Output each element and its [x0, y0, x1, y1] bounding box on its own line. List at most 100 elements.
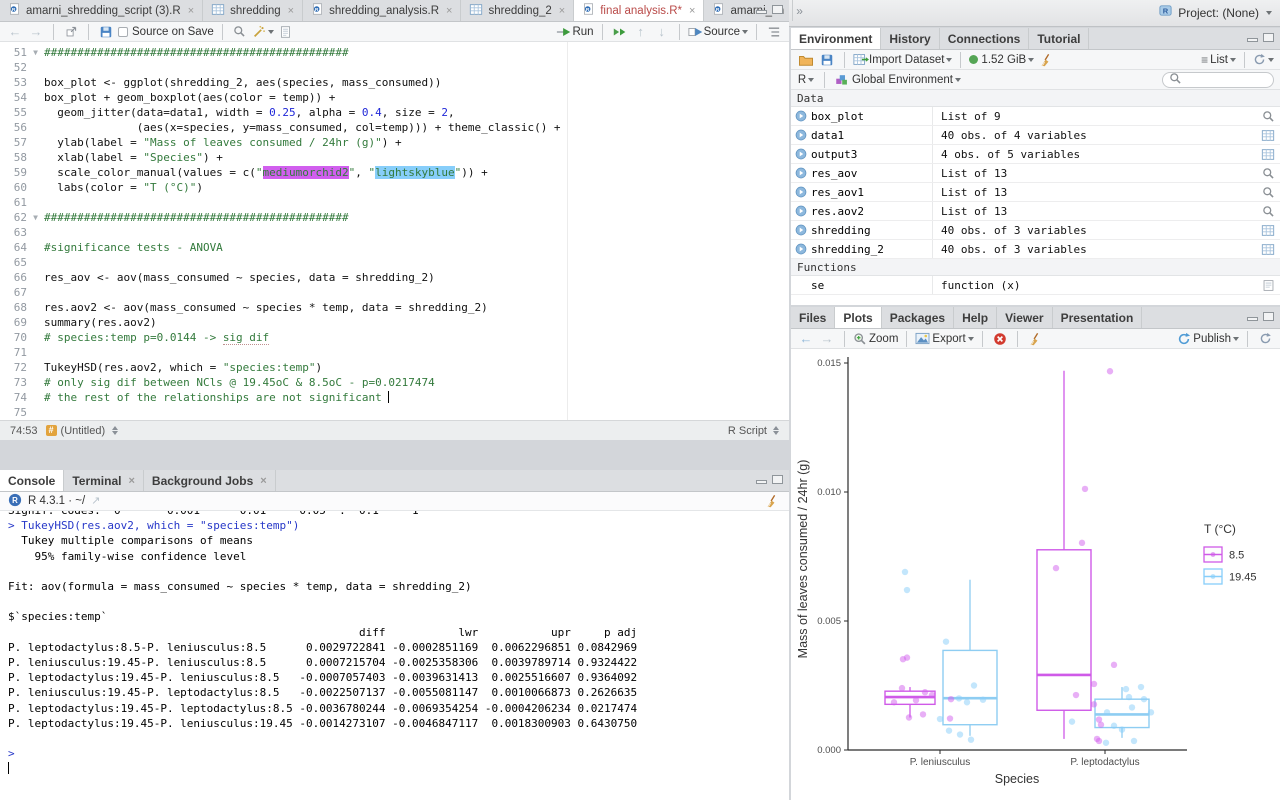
tab-close-icon[interactable]: × [128, 475, 134, 487]
popout-button[interactable] [62, 22, 80, 42]
source-on-save-checkbox[interactable] [118, 27, 128, 37]
fold-arrow-icon[interactable]: ▼ [27, 45, 44, 60]
magnifier-icon[interactable] [1256, 186, 1280, 199]
refresh-environment-button[interactable] [1253, 50, 1274, 70]
environment-row[interactable]: res.aov2List of 13 [791, 202, 1280, 221]
tab-environment[interactable]: Environment [791, 28, 881, 49]
tab-terminal[interactable]: Terminal× [64, 470, 144, 491]
tab-overflow-icon[interactable]: » [793, 4, 806, 18]
filetype-selector[interactable]: R Script [728, 425, 779, 437]
expander-icon[interactable] [791, 110, 811, 122]
plot-back-button[interactable]: ← [797, 329, 815, 349]
tab-background-jobs[interactable]: Background Jobs× [144, 470, 276, 491]
tab-connections[interactable]: Connections [940, 28, 1030, 49]
console-output[interactable]: Signif. codes: 0 '***' 0.001 '**' 0.01 '… [0, 511, 789, 799]
environment-row[interactable]: output34 obs. of 5 variables [791, 145, 1280, 164]
tab-files[interactable]: Files [791, 307, 835, 328]
run-prev-button[interactable]: ↑ [632, 22, 650, 42]
environment-row[interactable]: data140 obs. of 4 variables [791, 126, 1280, 145]
magnifier-icon[interactable] [1256, 205, 1280, 218]
magnifier-icon[interactable] [1256, 167, 1280, 180]
tab-plots[interactable]: Plots [835, 307, 881, 328]
environment-row[interactable]: shredding_240 obs. of 3 variables [791, 240, 1280, 259]
find-replace-button[interactable] [231, 22, 249, 42]
save-workspace-button[interactable] [818, 50, 836, 70]
tab-close-icon[interactable]: × [559, 5, 565, 17]
project-menu[interactable]: R Project: (None) [1158, 3, 1272, 23]
expander-icon[interactable] [791, 224, 811, 236]
expander-icon[interactable] [791, 243, 811, 255]
section-selector[interactable]: # (Untitled) [46, 425, 119, 437]
tab-close-icon[interactable]: × [288, 5, 294, 17]
clear-environment-button[interactable] [1037, 50, 1055, 70]
environment-row[interactable]: sefunction (x) [791, 276, 1280, 295]
environment-row[interactable]: res_aov1List of 13 [791, 183, 1280, 202]
maximize-icon[interactable] [1263, 33, 1274, 42]
expander-icon[interactable] [791, 129, 811, 141]
refresh-plot-button[interactable] [1256, 329, 1274, 349]
run-next-button[interactable]: ↓ [653, 22, 671, 42]
tab-history[interactable]: History [881, 28, 939, 49]
table-icon[interactable] [1256, 129, 1280, 142]
fold-arrow-icon[interactable]: ▼ [27, 210, 44, 225]
load-workspace-button[interactable] [797, 50, 815, 70]
outline-button[interactable] [765, 22, 783, 42]
environment-row[interactable]: res_aovList of 13 [791, 164, 1280, 183]
clear-console-button[interactable] [763, 491, 781, 511]
minimize-icon[interactable] [756, 480, 767, 484]
environment-search-box[interactable] [1162, 72, 1274, 88]
table-icon[interactable] [1256, 243, 1280, 256]
expander-icon[interactable] [791, 205, 811, 217]
code-editor[interactable]: 51▼#####################################… [0, 42, 789, 420]
environment-selector[interactable]: Global Environment [834, 70, 961, 90]
run-button[interactable]: Run [556, 22, 593, 42]
tab-shredding-2[interactable]: shredding_2× [461, 0, 574, 21]
back-button[interactable]: ← [6, 22, 24, 42]
forward-button[interactable]: → [27, 22, 45, 42]
tab-close-icon[interactable]: × [260, 475, 266, 487]
source-button[interactable]: Source [688, 22, 748, 42]
tab-close-icon[interactable]: × [689, 5, 695, 17]
clear-plots-button[interactable] [1026, 329, 1044, 349]
tab-shredding[interactable]: shredding× [203, 0, 303, 21]
plot-forward-button[interactable]: → [818, 329, 836, 349]
list-view-button[interactable]: ≡List [1201, 50, 1236, 70]
maximize-icon[interactable] [772, 475, 783, 484]
language-selector[interactable]: R [797, 70, 815, 90]
table-icon[interactable] [1256, 148, 1280, 161]
maximize-icon[interactable] [1263, 312, 1274, 321]
tab-packages[interactable]: Packages [882, 307, 954, 328]
minimize-icon[interactable] [1247, 38, 1258, 42]
tab-presentation[interactable]: Presentation [1053, 307, 1143, 328]
tab-help[interactable]: Help [954, 307, 997, 328]
tab-close-icon[interactable]: × [188, 5, 194, 17]
expander-icon[interactable] [791, 167, 811, 179]
rerun-button[interactable] [611, 22, 629, 42]
magnifier-icon[interactable] [1256, 110, 1280, 123]
plot-export-button[interactable]: Export [915, 329, 973, 349]
console-popout-icon[interactable]: ↗ [91, 496, 100, 507]
tab-close-icon[interactable]: × [446, 5, 452, 17]
tab-amarni-shredding-script-3-r[interactable]: Ramarni_shredding_script (3).R× [0, 0, 203, 21]
publish-button[interactable]: Publish [1177, 329, 1239, 349]
tab-tutorial[interactable]: Tutorial [1029, 28, 1089, 49]
tab-final-analysis-r-[interactable]: Rfinal analysis.R*× [574, 0, 704, 21]
maximize-icon[interactable] [772, 5, 783, 14]
table-icon[interactable] [1256, 224, 1280, 237]
save-source-button[interactable] [97, 22, 115, 42]
import-dataset-button[interactable]: Import Dataset [853, 50, 952, 70]
minimize-icon[interactable] [1247, 317, 1258, 321]
remove-plot-button[interactable] [991, 329, 1009, 349]
tab-shredding-analysis-r[interactable]: Rshredding_analysis.R× [303, 0, 461, 21]
environment-search-input[interactable] [1186, 74, 1270, 86]
expander-icon[interactable] [791, 186, 811, 198]
environment-row[interactable]: shredding40 obs. of 3 variables [791, 221, 1280, 240]
compile-report-button[interactable] [277, 22, 295, 42]
tab-viewer[interactable]: Viewer [997, 307, 1052, 328]
tab-console[interactable]: Console [0, 470, 64, 491]
memory-usage-button[interactable]: 1.52 GiB [969, 50, 1034, 70]
minimize-icon[interactable] [756, 10, 767, 14]
expander-icon[interactable] [791, 148, 811, 160]
script-icon[interactable] [1256, 279, 1280, 292]
plot-zoom-button[interactable]: Zoom [853, 329, 898, 349]
